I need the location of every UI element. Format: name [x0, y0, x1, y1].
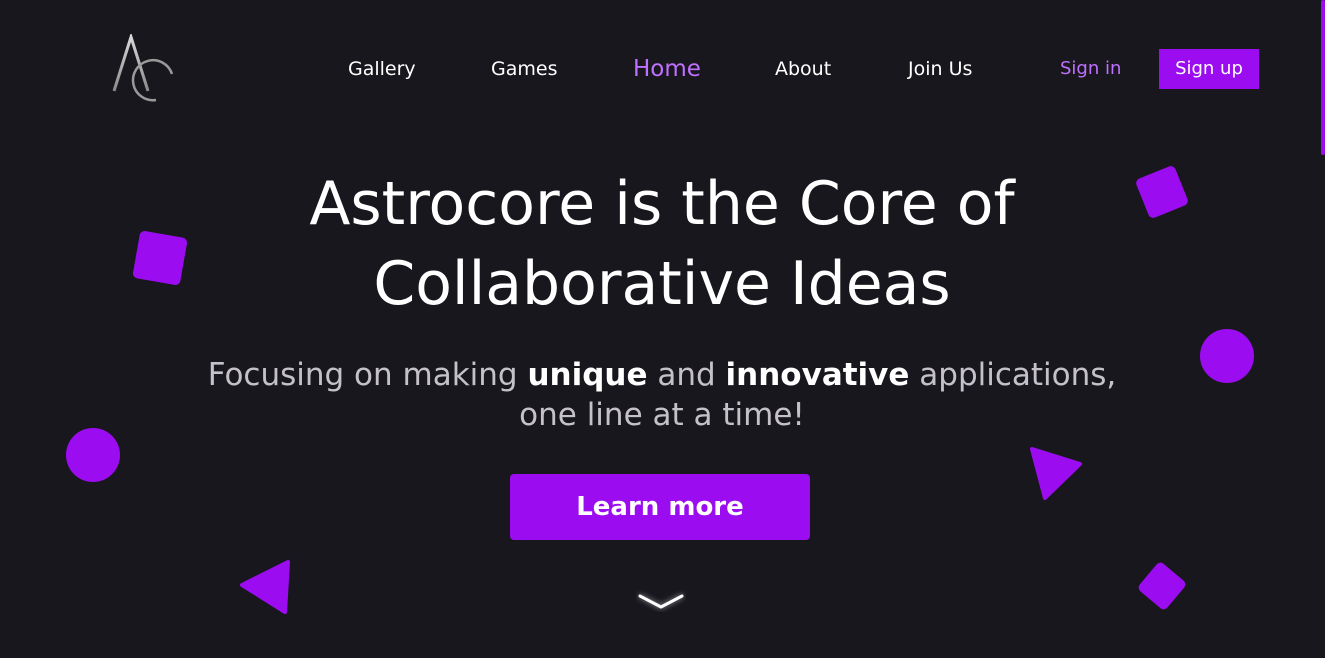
nav-link-games[interactable]: Games — [491, 56, 557, 82]
decorative-circle-shape — [1200, 329, 1254, 383]
nav-link-about[interactable]: About — [775, 56, 831, 82]
subtitle-line-2: one line at a time! — [519, 397, 805, 433]
nav-link-join-us[interactable]: Join Us — [908, 56, 972, 82]
hero-title-line-2: Collaborative Ideas — [373, 249, 951, 319]
decorative-triangle-shape — [1030, 447, 1082, 500]
chevron-down-icon[interactable] — [636, 588, 686, 612]
landing-page: Gallery Games Home About Join Us Sign in… — [0, 0, 1325, 658]
nav-link-gallery[interactable]: Gallery — [348, 56, 416, 82]
sign-in-link[interactable]: Sign in — [1060, 56, 1121, 82]
hero-title: Astrocore is the Core of Collaborative Id… — [212, 164, 1112, 324]
learn-more-button[interactable]: Learn more — [510, 474, 810, 540]
subtitle-text: and — [647, 357, 726, 393]
hero-subtitle: Focusing on making unique and innovative… — [162, 355, 1162, 435]
subtitle-text: applications, — [909, 357, 1117, 393]
subtitle-emphasis-innovative: innovative — [725, 357, 910, 393]
nav-link-home[interactable]: Home — [633, 54, 701, 84]
decorative-square-shape — [1138, 562, 1186, 610]
subtitle-emphasis-unique: unique — [527, 357, 648, 393]
decorative-triangle-shape — [240, 560, 290, 614]
sign-up-button[interactable]: Sign up — [1159, 49, 1259, 89]
page-scrollbar[interactable] — [1321, 0, 1325, 155]
decorative-square-shape — [132, 230, 188, 286]
decorative-square-shape — [1136, 166, 1188, 218]
decorative-circle-shape — [66, 428, 120, 482]
ac-monogram-logo-icon[interactable] — [110, 32, 176, 104]
subtitle-text: Focusing on making — [207, 357, 528, 393]
hero-title-line-1: Astrocore is the Core of — [309, 169, 1015, 239]
